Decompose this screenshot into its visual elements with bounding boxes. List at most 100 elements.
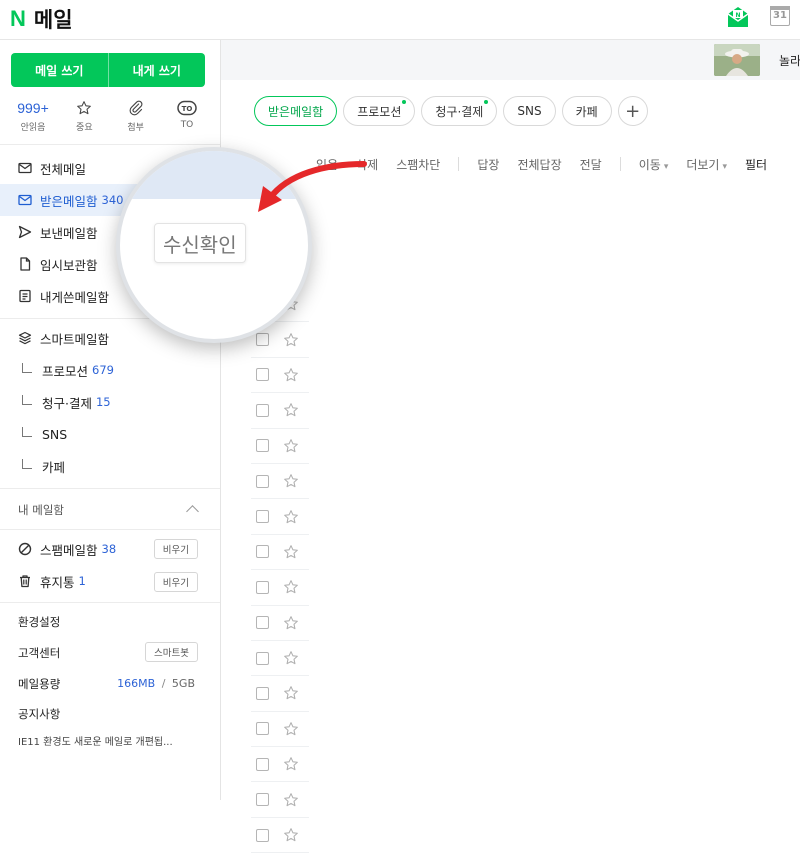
folder-label: 보낸메일함 [40,225,98,241]
smartbot-button[interactable]: 스마트봇 [145,642,198,662]
mail-row[interactable] [251,429,309,464]
mail-row[interactable] [251,358,309,394]
profile-bar: 놀라 [221,40,800,80]
mail-checkbox[interactable] [256,580,269,594]
star-icon[interactable] [283,827,299,843]
smart-item-billing[interactable]: 청구·결제 15 [0,386,220,418]
tab-promotion[interactable]: 프로모션 [343,96,416,126]
mail-checkbox[interactable] [256,474,269,488]
mail-row[interactable] [251,499,309,535]
mail-checkbox[interactable] [256,616,269,630]
mail-row[interactable] [251,782,309,818]
usage-value: 166MB / 5GB [117,677,195,690]
star-icon[interactable] [283,367,299,383]
reply-button[interactable]: 답장 [477,156,499,173]
settings-link[interactable]: 환경설정 [18,614,60,630]
folder-label: 스팸메일함 [40,542,98,558]
support-link[interactable]: 고객센터 [18,645,60,661]
mail-row[interactable] [251,712,309,748]
naver-mail-logo[interactable]: N 메일 [10,4,73,34]
more-dropdown[interactable]: 더보기 [686,156,727,173]
tab-cafe[interactable]: 카페 [561,96,612,126]
write-to-self-button[interactable]: 내게 쓰기 [109,53,206,87]
quick-to-me[interactable]: TO TO [164,98,210,133]
to-icon: TO [177,100,197,116]
smart-item-sns[interactable]: SNS [0,418,220,450]
star-icon[interactable] [283,756,299,772]
app-title: 메일 [33,8,73,32]
empty-spam-button[interactable]: 비우기 [153,539,198,559]
block-spam-button[interactable]: 스팸차단 [396,156,440,173]
mail-app-icon[interactable]: N [725,4,751,30]
new-indicator-dot [402,100,407,104]
my-mailbox-title: 내 메일함 [18,503,64,517]
quick-unread[interactable]: 999+ 안읽음 [10,98,56,133]
chevron-up-icon[interactable] [186,505,199,518]
mail-row[interactable] [251,464,309,500]
write-mail-button[interactable]: 메일 쓰기 [11,53,108,87]
mail-checkbox[interactable] [256,757,269,771]
smart-mailbox: 스마트메일함 프로모션 679 청구·결제 15 SNS 카페 [0,322,220,482]
usage-separator: / [161,677,166,690]
mail-row[interactable] [251,393,309,429]
user-name[interactable]: 놀라 [779,52,800,69]
move-dropdown[interactable]: 이동 [639,156,669,173]
mail-checkbox[interactable] [256,545,269,559]
tab-label: 청구·결제 [435,104,484,119]
divider [0,529,220,530]
tab-sns[interactable]: SNS [503,96,556,126]
star-icon[interactable] [283,615,299,631]
send-icon [18,225,32,239]
notice-item[interactable]: IE11 환경도 새로운 메일로 개편됩... [18,733,208,748]
star-icon[interactable] [283,438,299,454]
star-icon[interactable] [283,579,299,595]
tab-billing[interactable]: 청구·결제 [421,96,498,126]
unread-count: 999+ [17,100,49,116]
folder-label: 임시보관함 [40,257,98,273]
mail-row[interactable] [251,676,309,712]
smart-mailbox-label: 스마트메일함 [40,331,110,347]
mail-row[interactable] [251,535,309,571]
mail-checkbox[interactable] [256,333,269,347]
avatar[interactable] [714,44,760,76]
mail-checkbox[interactable] [256,368,269,382]
read-receipt-button[interactable]: 수신확인 [154,223,246,263]
add-tab-button[interactable]: + [617,96,648,126]
naver-n-logo: N [10,6,26,31]
prohibited-icon [18,542,32,556]
mail-row[interactable] [251,606,309,641]
calendar-app-icon[interactable]: 31 [770,6,790,26]
mail-row[interactable] [251,570,309,606]
quick-attachment[interactable]: 첨부 [113,98,159,133]
mail-checkbox[interactable] [256,651,269,665]
star-icon[interactable] [283,509,299,525]
mail-checkbox[interactable] [256,828,269,842]
forward-button[interactable]: 전달 [580,156,602,173]
smart-item-cafe[interactable]: 카페 [0,450,220,482]
mail-row[interactable] [251,641,309,677]
mail-checkbox[interactable] [256,686,269,700]
star-icon[interactable] [283,402,299,418]
tab-inbox[interactable]: 받은메일함 [254,96,338,126]
quick-attachment-label: 첨부 [127,123,144,133]
quick-important[interactable]: 중요 [61,98,107,133]
smart-item-promotion[interactable]: 프로모션 679 [0,354,220,386]
tab-label: 프로모션 [357,104,402,119]
mail-checkbox[interactable] [256,510,269,524]
reply-all-button[interactable]: 전체답장 [517,156,561,173]
star-icon[interactable] [283,473,299,489]
smart-item-label: 프로모션 [42,363,89,379]
tree-branch-icon [22,426,32,437]
mail-row[interactable] [251,818,309,853]
star-icon[interactable] [283,721,299,737]
star-icon[interactable] [283,650,299,666]
mail-checkbox[interactable] [256,722,269,736]
star-icon[interactable] [283,685,299,701]
mail-checkbox[interactable] [256,439,269,453]
star-icon[interactable] [283,332,299,348]
mail-row[interactable] [251,747,309,783]
empty-trash-button[interactable]: 비우기 [153,572,198,592]
star-icon[interactable] [283,544,299,560]
mail-checkbox[interactable] [256,403,269,417]
filter-button[interactable]: 필터 [745,156,767,173]
